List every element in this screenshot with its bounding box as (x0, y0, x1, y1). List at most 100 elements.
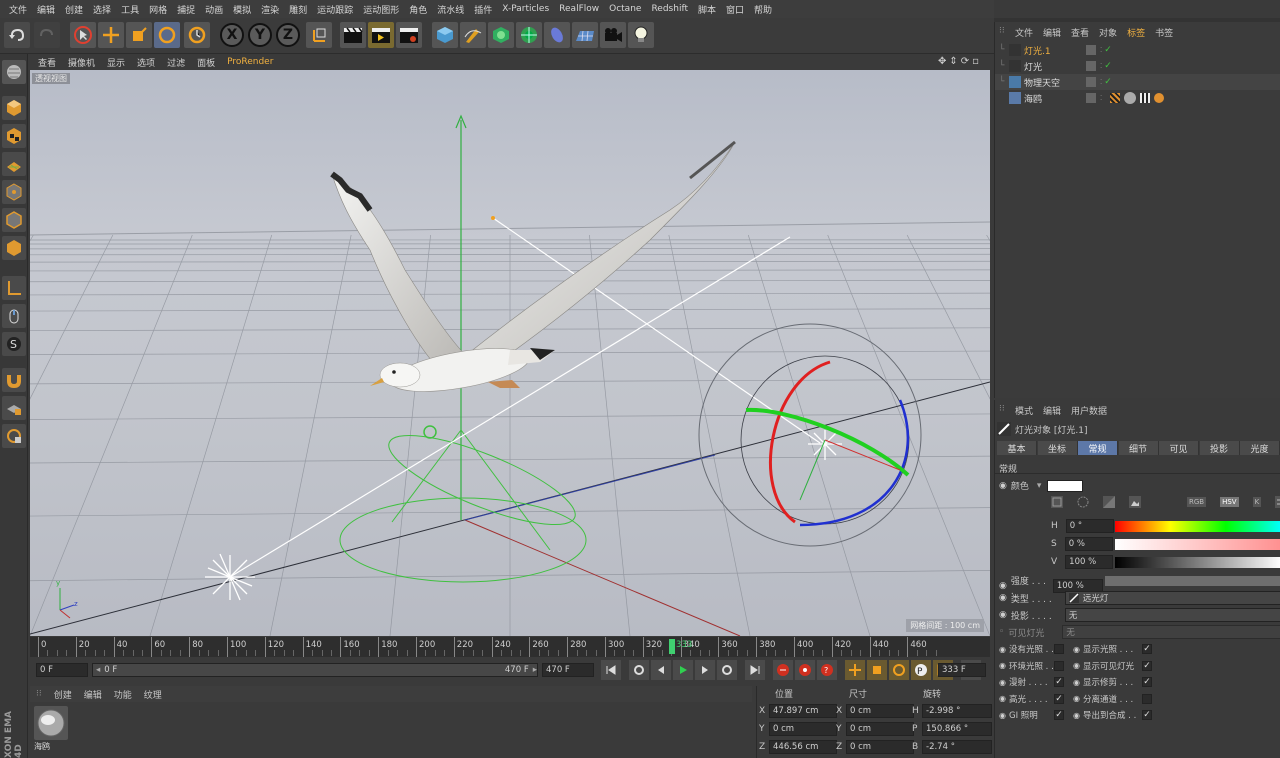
key-parameter-button[interactable]: P (911, 660, 931, 680)
attribute-tab[interactable]: 光度 (1240, 441, 1280, 455)
record-button[interactable] (773, 660, 793, 680)
render-picture-viewer-button[interactable] (368, 22, 394, 48)
menu-item[interactable]: 创建 (60, 3, 88, 16)
menu-item[interactable]: Octane (604, 4, 646, 14)
anim-dot-icon[interactable]: ◉ (1073, 661, 1080, 670)
visibility-dots-icon[interactable]: ⁚ (1100, 78, 1102, 86)
attribute-menu-item[interactable]: 用户数据 (1071, 404, 1107, 417)
phong-tag-icon[interactable] (1110, 93, 1121, 103)
color-expand-icon[interactable]: ▾ (1037, 481, 1042, 491)
layer-icon[interactable] (1086, 45, 1096, 55)
perspective-viewport[interactable]: y z 透视视图 网格间距 : 100 cm (30, 70, 990, 636)
menu-item[interactable]: Redshift (646, 4, 693, 14)
object-row[interactable]: └ 物理天空 ⁚ ✓ (995, 74, 1280, 90)
selection-tag-icon[interactable] (1154, 93, 1165, 103)
menu-item[interactable]: 运动图形 (358, 3, 404, 16)
model-mode-button[interactable] (2, 96, 26, 120)
maximize-icon[interactable]: ▫ (972, 56, 979, 67)
material-name[interactable]: 海鸥 (34, 741, 74, 752)
start-frame-field[interactable]: 0 F (36, 663, 88, 677)
orbit-icon[interactable]: ⟳ (961, 56, 969, 67)
object-menu-item[interactable]: 编辑 (1043, 26, 1061, 39)
material-swatch[interactable] (34, 706, 68, 740)
timeline-ruler[interactable]: 0 20 40 60 80 100 120 140 160 180 200 220 240 260 280 3… (30, 637, 990, 657)
redo-button[interactable] (34, 22, 60, 48)
viewport-menu-item[interactable]: 面板 (191, 56, 221, 69)
menu-item[interactable]: 帮助 (749, 3, 777, 16)
y-axis-lock-button[interactable]: Y (248, 23, 272, 47)
coord-pos-field[interactable]: 0 cm (769, 722, 837, 736)
attribute-tab[interactable]: 可见 (1159, 441, 1199, 455)
checkbox[interactable]: ✓ (1053, 710, 1064, 720)
key-scale-button[interactable] (867, 660, 887, 680)
anim-dot-icon[interactable]: ◉ (1073, 711, 1080, 720)
anim-dot-icon[interactable]: ◉ (999, 694, 1006, 703)
object-name[interactable]: 海鸥 (1024, 92, 1068, 105)
checkbox[interactable]: ✓ (1141, 644, 1152, 654)
go-to-end-button[interactable] (745, 660, 765, 680)
anim-dot-icon[interactable]: ◉ (999, 711, 1006, 720)
coord-pos-field[interactable]: 446.56 cm (769, 740, 837, 754)
viewport-menu-item[interactable]: 选项 (131, 56, 161, 69)
texture-mode-button[interactable] (2, 124, 26, 148)
picker-icon[interactable] (1103, 496, 1115, 508)
color-anim-dot[interactable]: ◉ (999, 481, 1007, 491)
visibility-dots-icon[interactable]: ⁚ (1100, 46, 1102, 54)
playhead[interactable] (669, 639, 675, 654)
coord-rot-field[interactable]: -2.998 ° (922, 704, 992, 718)
menu-item[interactable]: 编辑 (32, 3, 60, 16)
viewport-menu-item[interactable]: 摄像机 (62, 56, 101, 69)
autokey-button[interactable] (795, 660, 815, 680)
points-mode-button[interactable] (2, 180, 26, 204)
anim-dot-icon[interactable]: ◉ (999, 678, 1006, 687)
magnet-button[interactable] (2, 368, 26, 392)
attribute-menu-item[interactable]: 编辑 (1043, 404, 1061, 417)
anim-dot-icon[interactable]: ◉ (999, 661, 1006, 670)
camera-button[interactable] (600, 22, 626, 48)
shadow-dropdown[interactable]: 无 (1064, 608, 1280, 622)
uvw-tag-icon[interactable] (1140, 93, 1151, 103)
render-view-button[interactable] (340, 22, 366, 48)
viewport-menu-item[interactable]: 显示 (101, 56, 131, 69)
v-field[interactable]: 100 % (1065, 555, 1114, 569)
object-name[interactable]: 灯光.1 (1024, 44, 1068, 57)
menu-item[interactable]: 流水线 (432, 3, 469, 16)
anim-dot-icon[interactable]: ◉ (1073, 694, 1080, 703)
x-axis-lock-button[interactable]: X (220, 23, 244, 47)
checkbox[interactable] (1053, 644, 1064, 654)
checkbox[interactable] (1053, 660, 1064, 671)
coord-rot-field[interactable]: -2.74 ° (922, 740, 992, 754)
prev-frame-button[interactable] (651, 660, 671, 680)
hsv-mode-button[interactable]: HSV (1220, 497, 1239, 507)
workplane-lock-button[interactable] (2, 396, 26, 420)
menu-item[interactable]: 角色 (404, 3, 432, 16)
pen-spline-button[interactable] (460, 22, 486, 48)
key-position-button[interactable] (845, 660, 865, 680)
enabled-check-icon[interactable]: ✓ (1104, 61, 1112, 71)
light-button[interactable] (628, 22, 654, 48)
cube-object-button[interactable] (432, 22, 458, 48)
attribute-tab[interactable]: 投影 (1199, 441, 1240, 455)
visible-light-dropdown[interactable]: 无 (1062, 625, 1280, 639)
menu-item[interactable]: 动画 (200, 3, 228, 16)
layer-icon[interactable] (1086, 61, 1096, 71)
object-menu-item[interactable]: 对象 (1099, 26, 1117, 39)
dolly-icon[interactable]: ⇕ (949, 56, 957, 67)
rgb-mode-button[interactable]: RGB (1187, 497, 1207, 507)
saturation-slider[interactable] (1115, 539, 1280, 550)
key-rotation-button[interactable] (889, 660, 909, 680)
layer-icon[interactable] (1086, 93, 1096, 103)
intensity-slider[interactable] (1105, 576, 1280, 586)
coord-size-field[interactable]: 0 cm (846, 722, 914, 736)
object-row[interactable]: └ 灯光 ⁚ ✓ (995, 58, 1280, 74)
checkbox[interactable]: ✓ (1141, 710, 1152, 720)
object-name[interactable]: 灯光 (1024, 60, 1068, 73)
go-to-start-button[interactable] (601, 660, 621, 680)
end-frame-field[interactable]: 470 F (542, 663, 594, 677)
frame-range-slider[interactable]: ◂ 0 F 470 F ▸ (92, 663, 538, 677)
polygons-mode-button[interactable] (2, 236, 26, 260)
enabled-check-icon[interactable]: ✓ (1104, 77, 1112, 87)
tweak-mode-button[interactable] (2, 304, 26, 328)
play-button[interactable] (673, 660, 693, 680)
menu-item[interactable]: RealFlow (554, 4, 604, 14)
